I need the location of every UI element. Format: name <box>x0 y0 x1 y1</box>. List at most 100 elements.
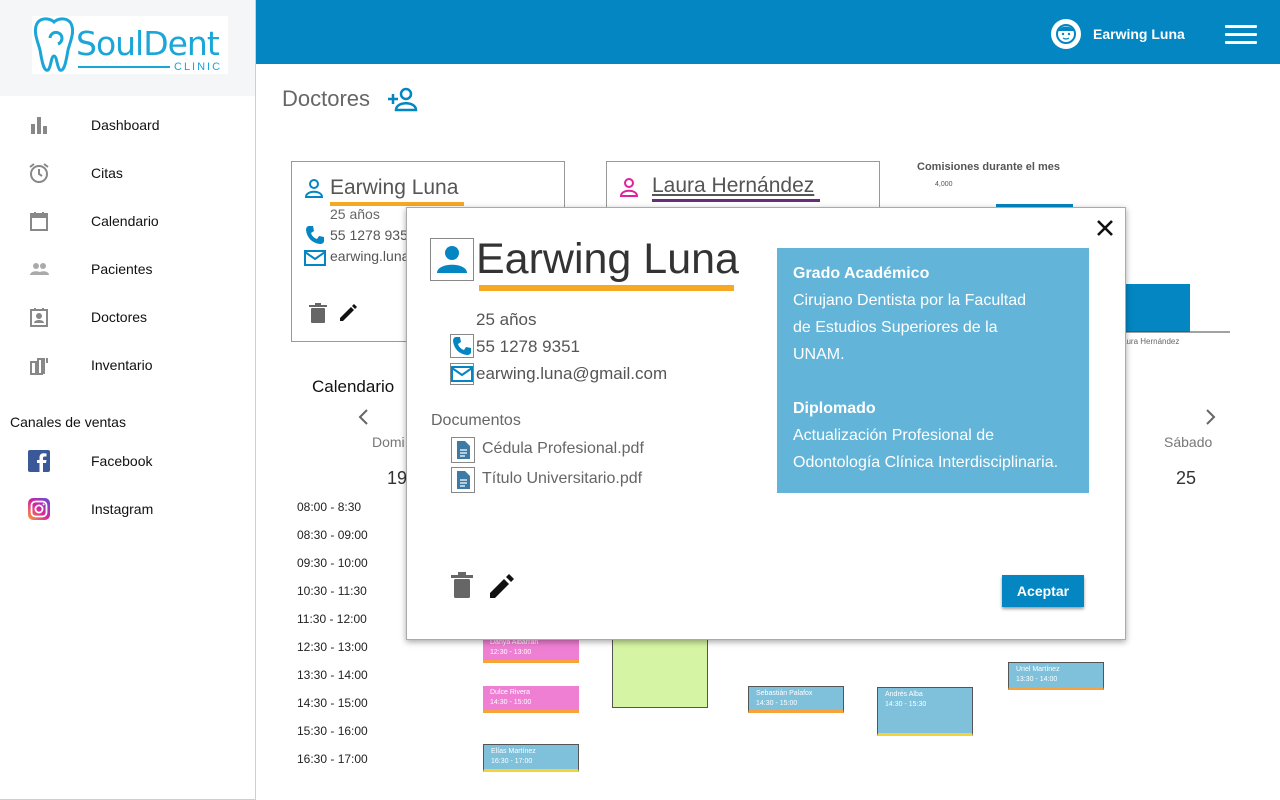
trash-icon[interactable] <box>309 303 327 323</box>
sidebar-item-pacientes[interactable]: Pacientes <box>0 250 255 290</box>
edit-icon[interactable] <box>337 302 359 324</box>
modal-doctor-email: earwing.luna@gmail.com <box>476 364 668 383</box>
time-slot: 16:30 - 17:00 <box>297 752 368 766</box>
page-title: Doctores <box>282 86 371 111</box>
sidebar-item-label: Doctores <box>91 309 148 325</box>
info-heading: Diplomado <box>793 400 876 417</box>
appointment[interactable]: Dulce Rivera 14:30 - 15:00 <box>483 686 579 713</box>
day-number[interactable]: 25 <box>1176 468 1196 489</box>
person-icon <box>619 178 639 197</box>
logo-area: SoulDent CLINIC <box>0 0 255 96</box>
mail-icon <box>450 363 474 385</box>
time-slot: 15:30 - 16:00 <box>297 724 368 738</box>
appointment-name: Dulce Rivera <box>490 689 531 696</box>
time-slot: 11:30 - 12:00 <box>297 612 367 626</box>
sidebar-item-label: Instagram <box>91 501 154 517</box>
document-name: Título Universitario.pdf <box>482 470 643 487</box>
instagram-icon <box>28 498 50 520</box>
phone-icon <box>450 334 474 358</box>
facebook-icon <box>28 450 50 472</box>
document-name: Cédula Profesional.pdf <box>482 440 644 457</box>
appointment-time: 12:30 - 13:00 <box>490 649 532 656</box>
add-person-icon[interactable] <box>386 86 418 112</box>
modal-doctor-age: 25 años <box>476 310 537 329</box>
chart-y-tick: 4,000 <box>935 181 953 188</box>
appointment-time: 13:30 - 14:00 <box>1016 676 1058 683</box>
phone-icon <box>306 226 324 244</box>
appointment[interactable]: Danya Albarrán 12:30 - 13:00 <box>483 636 579 663</box>
modal-doctor-phone: 55 1278 9351 <box>476 337 580 356</box>
documents-title: Documentos <box>431 412 521 429</box>
doctor-name[interactable]: Earwing Luna <box>330 176 458 200</box>
accept-button[interactable]: Aceptar <box>1002 575 1084 607</box>
sidebar-item-citas[interactable]: Citas <box>0 154 255 194</box>
doctor-age: 25 años <box>330 206 380 222</box>
appointment-block[interactable] <box>612 636 708 708</box>
doctor-name[interactable]: Laura Hernández <box>652 174 814 198</box>
sidebar-item-label: Calendario <box>91 213 159 229</box>
doctor-detail-modal: Earwing Luna 25 años 55 1278 9351 earwin… <box>406 207 1126 640</box>
info-text: Actualización Profesional de <box>793 427 995 444</box>
sidebar-item-label: Inventario <box>91 357 153 373</box>
close-icon[interactable] <box>1094 217 1116 239</box>
sidebar-item-doctores[interactable]: Doctores <box>0 298 255 338</box>
time-slot: 13:30 - 14:00 <box>297 668 368 682</box>
person-icon <box>304 179 324 198</box>
tooth-icon <box>33 17 75 72</box>
sidebar-item-dashboard[interactable]: Dashboard <box>0 106 255 146</box>
file-icon <box>451 467 475 493</box>
edit-icon[interactable] <box>487 572 515 600</box>
time-slot: 08:30 - 09:00 <box>297 528 368 542</box>
name-underline <box>652 199 820 202</box>
people-icon <box>30 263 49 275</box>
appointment-name: Sebastián Palafox <box>756 690 813 697</box>
sidebar-item-label: Facebook <box>91 453 153 469</box>
info-text: Odontología Clínica Interdisciplinaria. <box>793 454 1059 471</box>
info-text: Cirujano Dentista por la Facultad <box>793 292 1027 309</box>
time-slot: 12:30 - 13:00 <box>297 640 368 654</box>
badge-icon <box>30 308 48 327</box>
academic-info-panel: Grado Académico Cirujano Dentista por la… <box>777 248 1089 493</box>
appointment[interactable]: Elías Martínez 16:30 - 17:00 <box>483 744 579 772</box>
appointment-name: Elías Martínez <box>491 748 536 755</box>
info-text: de Estudios Superiores de la <box>793 319 998 336</box>
chart-x-label: aura Hernández <box>1122 337 1180 346</box>
day-number[interactable]: 19 <box>387 468 407 489</box>
appointment-time: 14:30 - 15:00 <box>756 700 798 707</box>
sidebar-item-facebook[interactable]: Facebook <box>0 442 255 482</box>
time-slot: 09:30 - 10:00 <box>297 556 368 570</box>
sidebar: SoulDent CLINIC Dashboard Citas Calendar… <box>0 0 256 800</box>
appointment-name: Uriel Martínez <box>1016 666 1060 673</box>
info-heading: Grado Académico <box>793 265 930 282</box>
sidebar-item-instagram[interactable]: Instagram <box>0 490 255 530</box>
appointment-time: 14:30 - 15:00 <box>490 699 532 706</box>
sidebar-item-inventario[interactable]: Inventario <box>0 346 255 386</box>
file-icon <box>451 437 475 463</box>
appointment[interactable]: Uriel Martínez 13:30 - 14:00 <box>1008 662 1104 690</box>
sidebar-item-calendario[interactable]: Calendario <box>0 202 255 242</box>
appointment[interactable]: Sebastián Palafox 14:30 - 15:00 <box>748 686 844 713</box>
chart-title: Comisiones durante el mes <box>917 161 1061 173</box>
user-avatar[interactable] <box>1051 19 1081 49</box>
time-slot: 08:00 - 8:30 <box>297 500 362 514</box>
logo-subtitle: CLINIC <box>174 61 223 73</box>
sidebar-item-label: Pacientes <box>91 261 153 277</box>
mail-icon <box>304 250 326 266</box>
name-underline <box>479 285 734 291</box>
time-slot: 10:30 - 11:30 <box>297 584 367 598</box>
person-icon <box>430 238 474 281</box>
menu-icon[interactable] <box>1225 25 1257 45</box>
appointment[interactable]: Andrés Alba 14:30 - 15:30 <box>877 687 973 736</box>
chevron-left-icon[interactable] <box>356 408 372 426</box>
face-icon <box>1056 24 1076 44</box>
day-name: Domi <box>372 434 405 450</box>
bar-chart-icon <box>31 117 47 134</box>
chevron-right-icon[interactable] <box>1202 408 1218 426</box>
info-text: UNAM. <box>793 346 845 363</box>
user-name[interactable]: Earwing Luna <box>1093 26 1185 42</box>
trash-icon[interactable] <box>451 572 473 598</box>
supplies-icon <box>30 358 48 375</box>
time-slot: 14:30 - 15:00 <box>297 696 368 710</box>
doctor-phone: 55 1278 9351 <box>330 227 416 243</box>
logo[interactable]: SoulDent CLINIC <box>32 16 228 74</box>
